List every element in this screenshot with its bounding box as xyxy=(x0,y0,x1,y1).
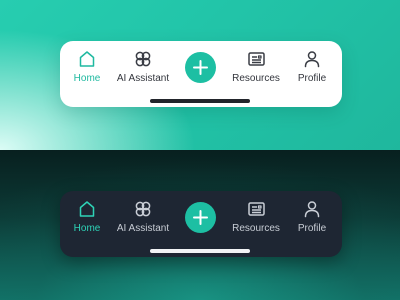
bottom-nav-bar-dark: Home AI Assistant Resources Profile xyxy=(60,191,342,257)
resources-icon xyxy=(246,49,266,69)
ai-assistant-icon xyxy=(133,199,153,219)
nav-item-profile-label: Profile xyxy=(297,223,327,234)
nav-item-ai-assistant-label: AI Assistant xyxy=(116,73,170,84)
plus-icon xyxy=(193,60,208,75)
profile-icon xyxy=(302,199,322,219)
dark-theme-panel: Home AI Assistant Resources Profile xyxy=(0,150,400,300)
ai-assistant-icon xyxy=(133,49,153,69)
nav-item-ai-assistant[interactable]: AI Assistant xyxy=(108,199,178,239)
add-button[interactable] xyxy=(185,52,216,83)
nav-item-profile[interactable]: Profile xyxy=(277,199,347,239)
nav-item-profile-label: Profile xyxy=(297,73,327,84)
light-theme-panel: Home AI Assistant Resources Profile xyxy=(0,0,400,150)
plus-icon xyxy=(193,210,208,225)
nav-item-ai-assistant-label: AI Assistant xyxy=(116,223,170,234)
home-indicator[interactable] xyxy=(150,99,250,103)
bottom-nav-bar-light: Home AI Assistant Resources Profile xyxy=(60,41,342,107)
resources-icon xyxy=(246,199,266,219)
home-icon xyxy=(77,199,97,219)
add-button[interactable] xyxy=(185,202,216,233)
home-indicator[interactable] xyxy=(150,249,250,253)
nav-item-ai-assistant[interactable]: AI Assistant xyxy=(108,49,178,89)
screenshot-stage: Home AI Assistant Resources Profile Home… xyxy=(0,0,400,300)
profile-icon xyxy=(302,49,322,69)
nav-item-profile[interactable]: Profile xyxy=(277,49,347,89)
home-icon xyxy=(77,49,97,69)
